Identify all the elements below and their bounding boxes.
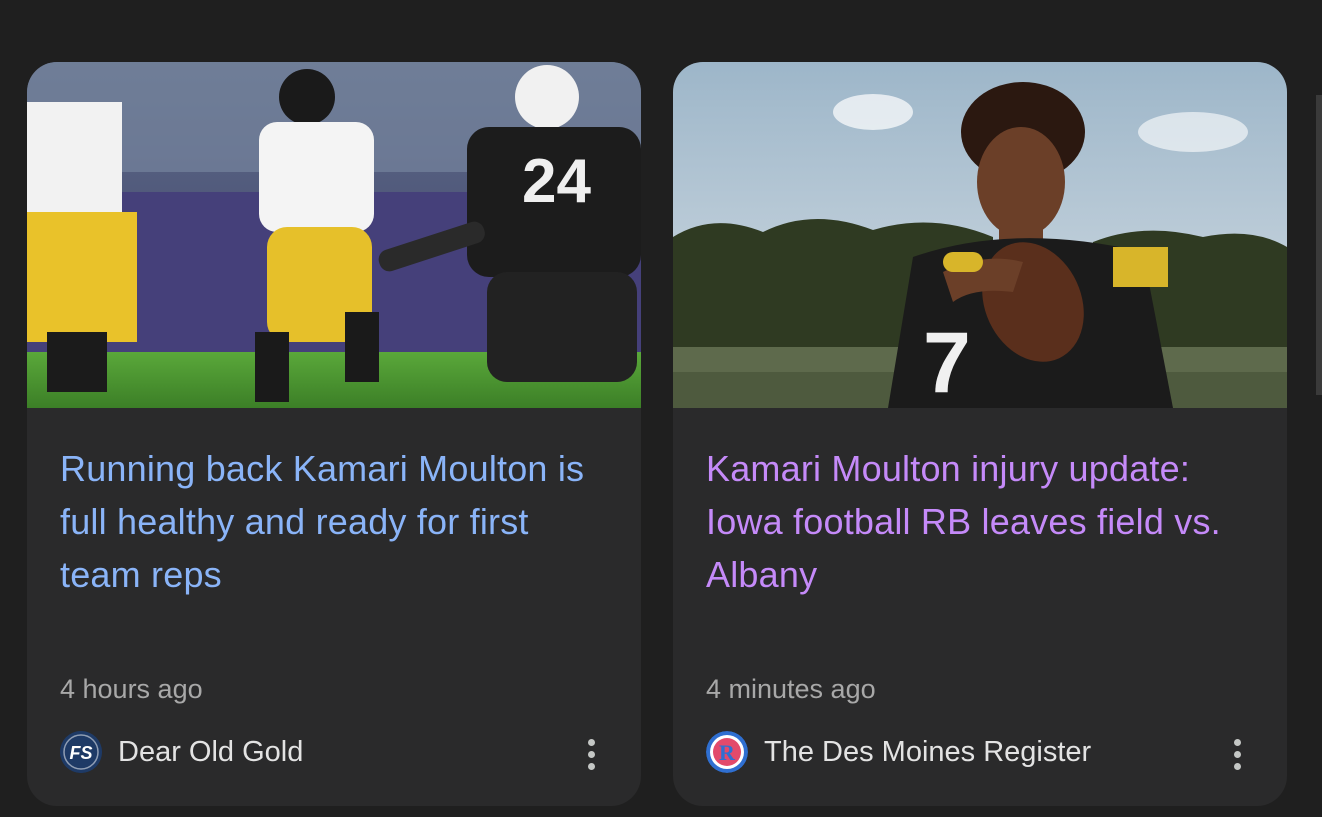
more-vert-icon-dot <box>1233 738 1241 746</box>
more-options-button[interactable] <box>1217 732 1257 776</box>
article-thumbnail[interactable]: 7 <box>673 62 1287 408</box>
article-timestamp: 4 minutes ago <box>706 674 876 704</box>
more-options-button[interactable] <box>571 732 611 776</box>
article-headline[interactable]: Running back Kamari Moulton is full heal… <box>60 442 600 601</box>
publisher-logo-icon: FS <box>60 731 102 773</box>
article-source[interactable]: R The Des Moines Register <box>706 730 1091 774</box>
publisher-name: The Des Moines Register <box>764 735 1092 768</box>
more-vert-icon-dot <box>1233 762 1241 770</box>
more-vert-icon-dot <box>1233 750 1241 758</box>
next-card-peek[interactable] <box>1316 95 1322 395</box>
article-headline[interactable]: Kamari Moulton injury update: Iowa footb… <box>706 442 1246 601</box>
article-source[interactable]: FS Dear Old Gold <box>60 730 303 774</box>
news-card-strip: 24 Running back Kamari Moulton is full h… <box>0 0 1322 817</box>
news-card[interactable]: 24 Running back Kamari Moulton is full h… <box>27 62 641 806</box>
more-vert-icon-dot <box>587 762 595 770</box>
svg-text:24: 24 <box>522 147 591 216</box>
article-timestamp: 4 hours ago <box>60 674 203 704</box>
publisher-logo-text: R <box>719 740 736 765</box>
article-thumbnail[interactable]: 24 <box>27 62 641 408</box>
news-card[interactable]: 7 Kamari Moulton injury update: Iowa foo… <box>673 62 1287 806</box>
publisher-name: Dear Old Gold <box>118 735 304 768</box>
publisher-logo-icon: R <box>706 731 748 773</box>
more-vert-icon-dot <box>587 738 595 746</box>
publisher-logo-text: FS <box>69 743 92 763</box>
more-vert-icon-dot <box>587 750 595 758</box>
svg-text:7: 7 <box>923 315 971 408</box>
